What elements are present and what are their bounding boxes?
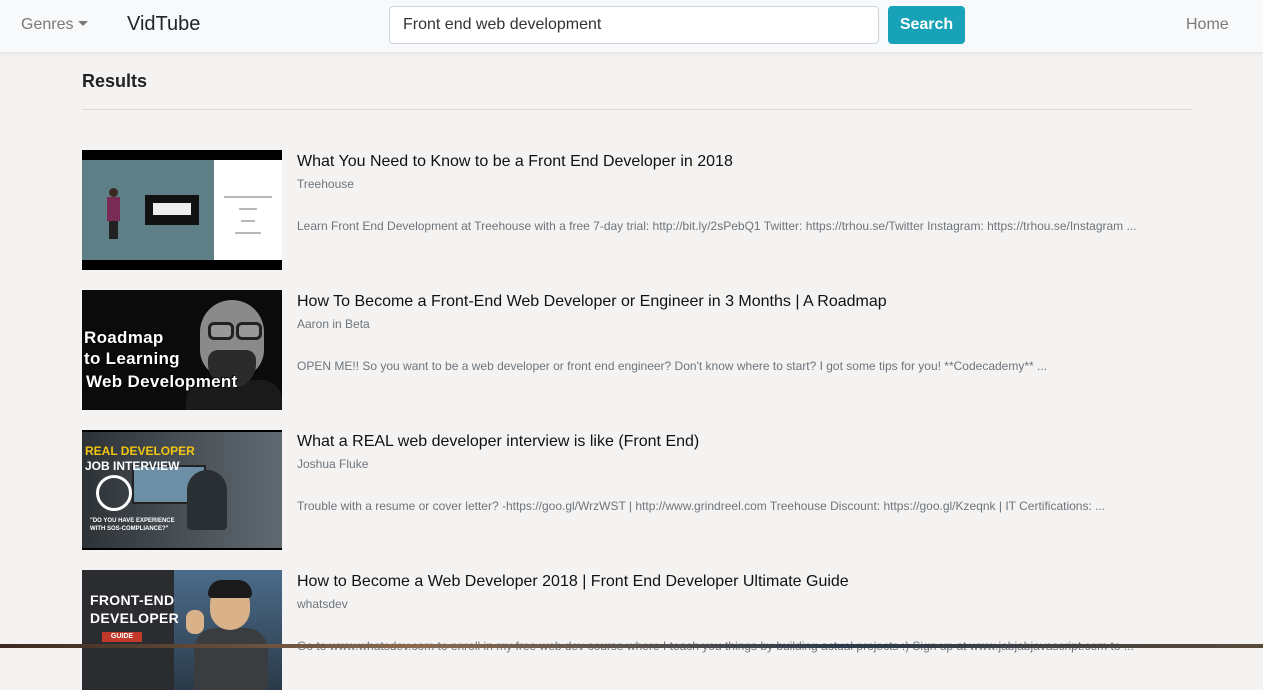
thumbnail-text: JOB INTERVIEW [85,459,180,473]
video-description: Learn Front End Development at Treehouse… [297,219,1137,233]
thumbnail-text: Roadmap [84,328,164,347]
thumbnail-text: WITH SOS-COMPLIANCE?" [90,526,169,532]
video-description: OPEN ME!! So you want to be a web develo… [297,359,1048,373]
thumbnail-text: "DO YOU HAVE EXPERIENCE [90,518,175,524]
bottom-edge-strip [0,644,1263,648]
video-channel: Treehouse [297,177,354,191]
thumbnail-text: REAL DEVELOPER [85,444,195,458]
caret-down-icon [78,21,89,26]
genres-label: Genres [21,16,74,33]
top-navbar: Genres VidTube Search Home [0,0,1263,53]
video-channel: whatsdev [297,597,348,611]
video-thumbnail[interactable]: FRONT-END DEVELOPER GUIDE [82,570,282,690]
results-divider [82,109,1192,110]
video-result-item[interactable]: What You Need to Know to be a Front End … [82,150,1192,270]
thumbnail-text: FRONT-END [90,592,175,608]
video-channel: Joshua Fluke [297,457,369,471]
video-title-link[interactable]: How to Become a Web Developer 2018 | Fro… [297,573,849,591]
video-title-link[interactable]: How To Become a Front-End Web Developer … [297,293,887,311]
video-thumbnail[interactable]: Roadmap to Learning Web Development [82,290,282,410]
video-title-link[interactable]: What You Need to Know to be a Front End … [297,153,733,171]
video-result-item[interactable]: Roadmap to Learning Web Development How … [82,290,1192,410]
genres-dropdown[interactable]: Genres [21,16,89,34]
thumbnail-text: to Learning [84,349,180,368]
video-title-link[interactable]: What a REAL web developer interview is l… [297,433,699,451]
thumbnail-text: Web Development [86,372,238,391]
thumbnail-text: DEVELOPER [90,610,180,626]
video-result-item[interactable]: REAL DEVELOPER JOB INTERVIEW "DO YOU HAV… [82,430,1192,550]
thumbnail-text: GUIDE [102,632,142,642]
nav-home-link[interactable]: Home [1186,16,1229,34]
search-button[interactable]: Search [888,6,965,44]
results-heading: Results [82,71,148,91]
video-result-item[interactable]: FRONT-END DEVELOPER GUIDE How to Become … [82,570,1192,690]
brand-logo-link[interactable]: VidTube [127,13,200,36]
search-input[interactable] [389,6,879,44]
video-thumbnail[interactable]: REAL DEVELOPER JOB INTERVIEW "DO YOU HAV… [82,430,282,550]
video-thumbnail[interactable] [82,150,282,270]
video-description: Trouble with a resume or cover letter? -… [297,499,1106,513]
video-channel: Aaron in Beta [297,317,370,331]
